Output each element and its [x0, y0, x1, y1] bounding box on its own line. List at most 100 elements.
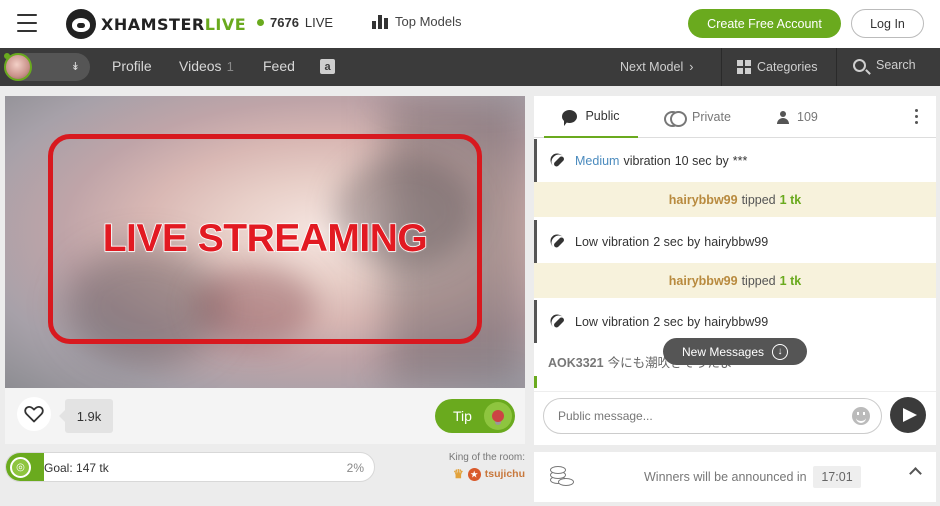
top-models-label: Top Models — [395, 14, 462, 29]
message-user[interactable]: hairybbw99 — [704, 235, 768, 249]
categories-label: Categories — [757, 60, 818, 74]
tab-videos[interactable]: Videos 1 — [179, 58, 234, 74]
menu-icon[interactable] — [17, 14, 37, 32]
video-controls: 1.9k Tip — [5, 388, 525, 444]
chat-tip-message: hairybbw99 tipped 1 tk — [534, 263, 936, 298]
vibration-duration: 10 sec — [674, 153, 712, 168]
message-user[interactable]: hairybbw99 — [704, 315, 768, 329]
tip-label: Tip — [453, 408, 472, 424]
private-label: Private — [692, 110, 731, 124]
nav-divider — [836, 48, 837, 86]
vibration-level: Medium — [575, 153, 620, 168]
user-icon — [777, 110, 789, 124]
nav-divider — [721, 48, 722, 86]
model-avatar — [4, 53, 32, 81]
vibration-icon — [550, 314, 566, 330]
send-icon — [902, 408, 917, 422]
chat-panel: Public Private 109 Medium vibration 10 s… — [534, 96, 936, 445]
crown-icon: ♛ — [452, 467, 464, 481]
message-user[interactable]: AOK3321 — [548, 356, 604, 370]
message-text: by — [715, 153, 729, 168]
message-text: vibration — [623, 153, 671, 168]
vibration-duration: 2 sec — [653, 314, 684, 329]
public-label: Public — [585, 109, 620, 123]
chat-input-row — [534, 391, 936, 445]
winners-timer: 17:01 — [813, 466, 861, 488]
arrow-down-circle-icon: ↓ — [772, 343, 789, 360]
goal-label: Goal: 147 tk — [44, 461, 109, 475]
message-text: vibration — [601, 234, 650, 249]
king-user[interactable]: ♛ ★ tsujichu — [430, 467, 525, 481]
chat-message: Low vibration 2 sec by hairybbw99 — [534, 220, 936, 263]
message-text: by — [687, 314, 701, 329]
tipper-username[interactable]: hairybbw99 — [669, 193, 738, 207]
video-player[interactable]: LIVE STREAMING — [5, 96, 525, 388]
create-account-button[interactable]: Create Free Account — [688, 9, 841, 38]
live-count-value: 7676 — [270, 15, 299, 30]
winners-text: Winners will be announced in — [644, 470, 807, 484]
winners-panel: Winners will be announced in 17:01 — [534, 452, 936, 502]
more-options-icon[interactable] — [915, 109, 918, 124]
tip-amount: 1 tk — [779, 273, 802, 288]
king-label: King of the room: — [448, 452, 525, 463]
joystick-icon — [484, 402, 512, 430]
chat-bubble-icon — [562, 109, 578, 126]
logo-text: XHAMSTERLIVE — [101, 14, 247, 34]
tab-private[interactable]: Private — [664, 96, 731, 138]
chat-message-input[interactable] — [543, 398, 882, 434]
new-messages-label: New Messages — [681, 344, 765, 359]
next-model-button[interactable]: Next Model › — [620, 60, 693, 74]
chat-tip-message: hairybbw99 tipped 1 tk — [534, 182, 936, 217]
tip-button[interactable]: Tip — [435, 399, 515, 433]
double-chevron-down-icon: ↡ — [70, 61, 80, 73]
new-messages-button[interactable]: New Messages ↓ — [663, 338, 807, 365]
message-marker — [534, 376, 537, 388]
vibration-level: Low — [575, 314, 598, 329]
coins-icon — [550, 466, 574, 488]
chevron-right-icon: › — [689, 60, 694, 74]
live-counter: 7676 LIVE — [257, 15, 333, 30]
users-count: 109 — [797, 110, 818, 124]
model-nav-bar: ↡ Profile Videos 1 Feed a Next Model › Cat… — [0, 48, 940, 86]
emoji-icon[interactable] — [852, 407, 870, 425]
target-icon: ◎ — [10, 457, 31, 478]
vibration-duration: 2 sec — [653, 234, 684, 249]
login-button[interactable]: Log In — [851, 9, 924, 38]
search-icon — [853, 58, 866, 72]
site-logo[interactable]: XHAMSTERLIVE — [66, 9, 246, 39]
search-label: Search — [876, 58, 916, 72]
tab-profile[interactable]: Profile — [112, 58, 152, 74]
like-button[interactable] — [17, 397, 51, 431]
send-button[interactable] — [890, 397, 926, 433]
king-username: tsujichu — [484, 468, 525, 480]
tip-amount: 1 tk — [779, 192, 802, 207]
model-switcher[interactable]: ↡ — [4, 53, 90, 81]
amazon-wishlist-icon[interactable]: a — [320, 59, 335, 74]
live-streaming-overlay: LIVE STREAMING — [48, 134, 482, 344]
live-streaming-text: LIVE STREAMING — [102, 216, 429, 261]
tab-users[interactable]: 109 — [777, 96, 818, 138]
message-text: vibration — [601, 314, 650, 329]
next-model-label: Next Model — [620, 60, 684, 74]
goal-percent: 2% — [346, 461, 364, 475]
tab-public[interactable]: Public — [544, 96, 638, 138]
chevron-up-icon[interactable] — [909, 467, 922, 480]
tipper-username[interactable]: hairybbw99 — [669, 274, 738, 288]
private-chat-icon — [664, 110, 687, 127]
categories-button[interactable]: Categories — [737, 60, 817, 74]
search-button[interactable]: Search — [853, 58, 916, 72]
top-header: XHAMSTERLIVE 7676 LIVE Top Models Create… — [0, 0, 940, 48]
vibration-icon — [550, 234, 566, 250]
live-count-label: LIVE — [304, 15, 334, 30]
podium-icon — [372, 14, 388, 29]
chat-message: Medium vibration 10 sec by *** — [534, 139, 936, 182]
message-text: tipped — [741, 192, 776, 207]
vibration-level: Low — [575, 234, 598, 249]
heart-icon — [24, 406, 44, 423]
likes-count: 1.9k — [59, 399, 113, 433]
message-text: tipped — [741, 273, 776, 288]
tab-feed[interactable]: Feed — [263, 58, 295, 74]
message-user: *** — [732, 153, 748, 168]
top-models-link[interactable]: Top Models — [372, 14, 461, 29]
chat-message: Low vibration 2 sec by hairybbw99 — [534, 300, 936, 343]
